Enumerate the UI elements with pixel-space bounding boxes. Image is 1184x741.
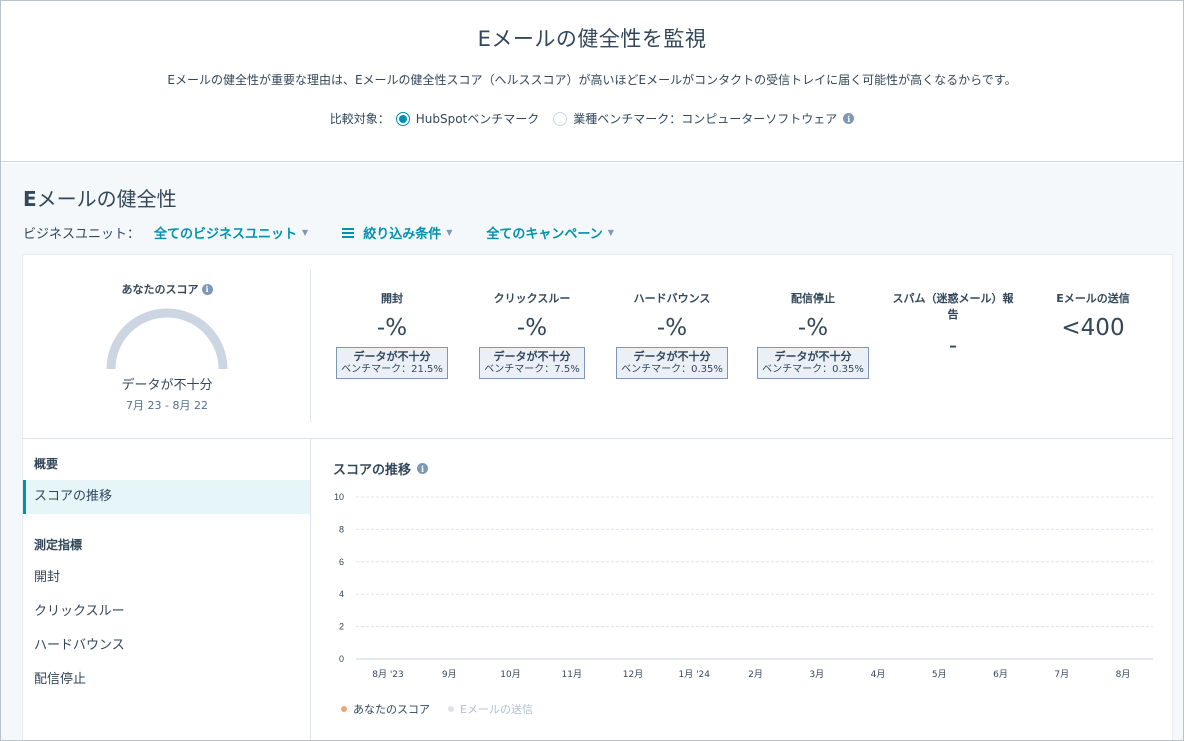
date-range: 7月 23 - 8月 22 (126, 399, 208, 412)
benchmark-badge: データが不十分 ベンチマーク：7.5% (479, 347, 585, 379)
y-tick-label: 6 (339, 557, 344, 567)
divider (310, 270, 311, 422)
score-box: あなたのスコア i データが不十分 7月 23 - 8月 22 (23, 255, 311, 438)
app-frame: Eメールの健全性を監視 Eメールの健全性が重要な理由は、Eメールの健全性スコア（… (0, 0, 1184, 741)
caret-down-icon: ▼ (607, 228, 614, 237)
y-tick-label: 4 (339, 589, 344, 599)
business-unit-label: ビジネスユニット： (23, 227, 141, 242)
metric-emails-sent: Eメールの送信 <400 (1056, 292, 1130, 341)
x-tick-label: 4月 (871, 669, 886, 680)
campaign-dropdown[interactable]: 全てのキャンペーン ▼ (486, 223, 614, 242)
metric-open: 開封 -% データが不十分 ベンチマーク：21.5% (332, 291, 452, 379)
benchmark-badge: データが不十分 ベンチマーク：21.5% (336, 347, 448, 379)
x-tick-label: 6月 (993, 669, 1008, 680)
page-title: Eメールの健全性を監視 (477, 27, 707, 51)
nav-item-unsubscribe[interactable]: 配信停止 (23, 663, 310, 697)
benchmark-badge: データが不十分 ベンチマーク：0.35% (757, 347, 869, 379)
radio-checked-icon (395, 111, 410, 126)
x-tick-label: 7月 (1054, 669, 1069, 680)
radio-unchecked-icon (553, 111, 568, 126)
x-tick-label: 12月 (623, 669, 643, 680)
legend-item-score[interactable]: あなたのスコア (341, 701, 430, 717)
radio-hubspot-benchmark[interactable]: HubSpotベンチマーク (395, 110, 540, 127)
chart-legend: あなたのスコア Eメールの送信 (341, 701, 533, 717)
score-title: あなたのスコア i (23, 281, 311, 297)
benchmark-badge: データが不十分 ベンチマーク：0.35% (616, 347, 728, 379)
x-tick-label: 5月 (932, 669, 947, 680)
nav-item-open[interactable]: 開封 (23, 561, 310, 595)
x-tick-label: 8月 (1116, 669, 1131, 680)
nav-item-clickthrough[interactable]: クリックスルー (23, 595, 310, 629)
section-title: Eメールの健全性 (23, 187, 177, 211)
y-tick-label: 2 (339, 622, 344, 632)
info-icon[interactable]: i (417, 463, 429, 474)
y-tick-label: 0 (339, 654, 344, 664)
score-trend-chart: 0 2 4 6 8 10 8月 '23 9月 10月 11月 12月 1月 '24 2月 3月 4月 5月 6月… (334, 492, 1153, 680)
radio-label: 業種ベンチマーク：コンピューターソフトウェア (573, 112, 838, 126)
x-tick-label: 1月 '24 (678, 669, 710, 680)
page-header: Eメールの健全性を監視 Eメールの健全性が重要な理由は、Eメールの健全性スコア（… (1, 1, 1183, 162)
x-tick-label: 2月 (748, 669, 763, 680)
x-tick-label: 3月 (809, 669, 824, 680)
score-gauge (106, 308, 228, 370)
compare-label: 比較対象： (329, 112, 390, 126)
y-tick-label: 8 (339, 524, 344, 534)
side-nav: 概要 スコアの推移 測定指標 開封 クリックスルー ハードバウンス 配信停止 (23, 439, 310, 740)
info-icon[interactable]: i (843, 113, 855, 124)
chart-title: スコアの推移 i (333, 459, 429, 478)
main-content: Eメールの健全性 ビジネスユニット： 全てのビジネスユニット ▼ 絞り込み条件 ▼ … (1, 163, 1183, 740)
filter-bar: ビジネスユニット： 全てのビジネスユニット ▼ 絞り込み条件 ▼ 全てのキャンペーン… (23, 223, 648, 242)
filter-sliders-icon (342, 227, 355, 238)
business-unit-dropdown[interactable]: 全てのビジネスユニット ▼ (154, 223, 308, 242)
legend-dot (341, 706, 347, 712)
metric-hard-bounce: ハードバウンス -% データが不十分 ベンチマーク：0.35% (612, 291, 732, 379)
metric-unsubscribe: 配信停止 -% データが不十分 ベンチマーク：0.35% (753, 291, 873, 379)
filter-conditions-button[interactable]: 絞り込み条件 ▼ (342, 223, 452, 242)
caret-down-icon: ▼ (302, 228, 309, 237)
caret-down-icon: ▼ (446, 228, 453, 237)
benchmark-compare: 比較対象： HubSpotベンチマーク 業種ベンチマーク：コンピューターソフトウ… (1, 110, 1183, 127)
nav-group-metrics: 測定指標 (34, 538, 83, 552)
health-card: あなたのスコア i データが不十分 7月 23 - 8月 22 開封 -% データ… (22, 254, 1174, 740)
x-tick-label: 11月 (562, 669, 582, 680)
legend-dot (448, 706, 454, 712)
score-trend-panel: スコアの推移 i 0 2 4 6 8 10 8月 '23 9月 10月 11月 12月 1月 '24 2月… (311, 439, 1172, 740)
nav-group-overview: 概要 (34, 457, 59, 471)
nav-item-hard-bounce[interactable]: ハードバウンス (23, 629, 310, 663)
metric-spam-report: スパム（迷惑メール）報告 - (892, 292, 1014, 359)
radio-label: HubSpotベンチマーク (415, 112, 540, 126)
score-status: データが不十分 (121, 378, 213, 393)
page-description: Eメールの健全性が重要な理由は、Eメールの健全性スコア（ヘルススコア）が高いほど… (167, 73, 1017, 87)
nav-item-score-trend[interactable]: スコアの推移 (23, 480, 310, 514)
x-tick-label: 9月 (442, 669, 457, 680)
x-tick-label: 10月 (500, 669, 520, 680)
info-icon[interactable]: i (201, 283, 213, 295)
legend-item-sends[interactable]: Eメールの送信 (448, 701, 533, 717)
x-tick-label: 8月 '23 (372, 669, 404, 680)
metric-clickthrough: クリックスルー -% データが不十分 ベンチマーク：7.5% (472, 291, 592, 379)
radio-industry-benchmark[interactable]: 業種ベンチマーク：コンピューターソフトウェア (553, 110, 837, 127)
y-tick-label: 10 (334, 492, 344, 502)
